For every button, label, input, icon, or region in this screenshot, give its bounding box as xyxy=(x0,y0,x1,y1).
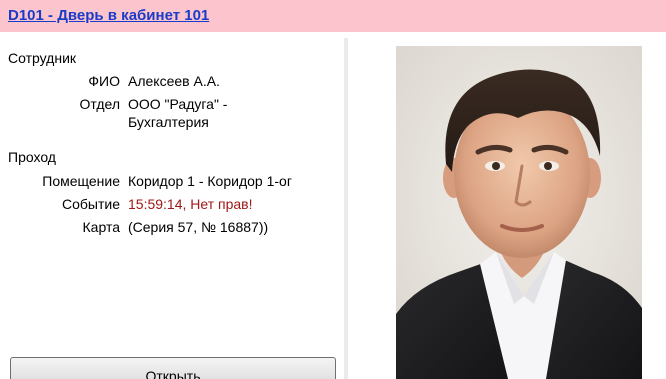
photo-area xyxy=(348,32,666,379)
name-value: Алексеев А.А. xyxy=(128,73,220,89)
event-label: Событие xyxy=(62,196,120,212)
department-value: ООО "Радуга" - Бухгалтерия xyxy=(128,96,228,130)
employee-section-title: Сотрудник xyxy=(8,50,77,66)
event-value: 15:59:14, Нет прав! xyxy=(128,196,253,212)
door-title-link[interactable]: D101 - Дверь в кабинет 101 xyxy=(8,7,209,24)
pass-section-title: Проход xyxy=(8,149,56,165)
info-panel: Сотрудник ФИО Алексеев А.А. Отдел ООО "Р… xyxy=(0,32,344,379)
card-value: (Серия 57, № 16887)) xyxy=(128,219,269,235)
department-label: Отдел xyxy=(79,96,121,112)
room-value: Коридор 1 - Коридор 1-ог xyxy=(128,173,292,189)
open-button[interactable]: Открыть xyxy=(10,357,336,379)
employee-photo xyxy=(396,46,642,379)
access-event-window: D101 - Дверь в кабинет 101 Сотрудник ФИО… xyxy=(0,0,666,379)
name-label: ФИО xyxy=(88,73,120,89)
title-bar: D101 - Дверь в кабинет 101 xyxy=(0,0,666,32)
room-label: Помещение xyxy=(42,173,120,189)
card-label: Карта xyxy=(82,219,120,235)
